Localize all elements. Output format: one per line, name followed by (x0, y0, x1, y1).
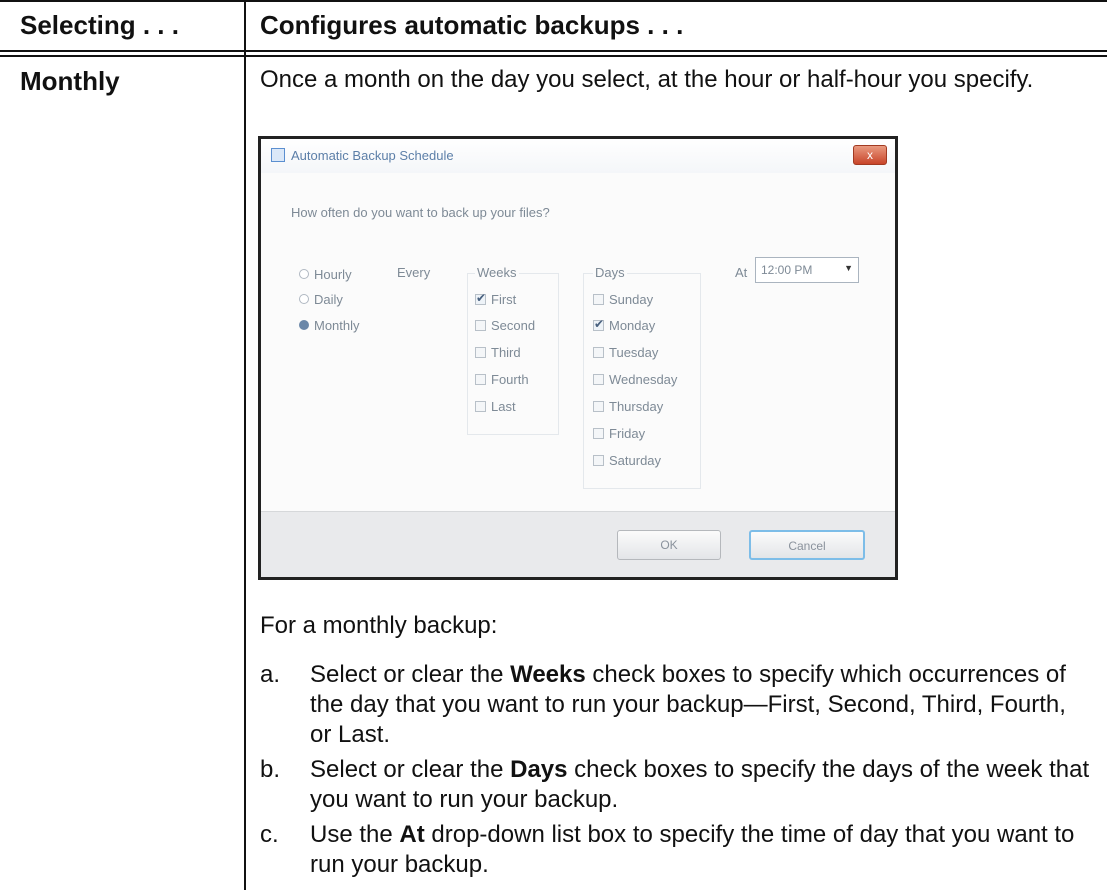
dialog-title: Automatic Backup Schedule (291, 148, 454, 163)
header-bottom-rule (0, 50, 1107, 52)
dialog-title-bar: Automatic Backup Schedule x (261, 139, 895, 173)
row-description: Once a month on the day you select, at t… (260, 66, 1034, 93)
weeks-title: Weeks (475, 265, 519, 280)
every-label: Every (397, 265, 431, 280)
at-label: At (735, 265, 748, 280)
radio-dot (299, 320, 309, 330)
step-b: b. Select or clear the Days check boxes … (260, 755, 1090, 815)
radio-dot (299, 294, 309, 304)
dialog-footer: OK Cancel (261, 511, 895, 577)
days-title: Days (593, 265, 627, 280)
instructions-lead: For a monthly backup: (260, 612, 498, 639)
radio-label: Hourly (314, 267, 352, 282)
step-marker: a. (260, 661, 281, 688)
backup-schedule-dialog: Automatic Backup Schedule x How often do… (258, 136, 898, 580)
table-top-rule (0, 0, 1107, 2)
header-selecting: Selecting . . . (20, 10, 179, 40)
step-text: Select or clear the Days check boxes to … (310, 756, 1090, 813)
radio-label: Monthly (314, 318, 360, 333)
dialog-question: How often do you want to back up your fi… (291, 205, 550, 220)
header-configures: Configures automatic backups . . . (260, 10, 684, 40)
cancel-button[interactable]: Cancel (749, 530, 865, 560)
header-double-rule (0, 55, 1107, 57)
step-marker: b. (260, 756, 281, 783)
app-icon (271, 148, 285, 162)
ok-button[interactable]: OK (617, 530, 721, 560)
radio-label: Daily (314, 292, 343, 307)
step-text: Select or clear the Weeks check boxes to… (310, 661, 1066, 748)
at-time-dropdown[interactable]: 12:00 PM ▼ (755, 257, 859, 283)
step-a: a. Select or clear the Weeks check boxes… (260, 660, 1090, 750)
chevron-down-icon: ▼ (844, 263, 853, 273)
row-label-monthly: Monthly (20, 66, 120, 96)
step-text: Use the At drop-down list box to specify… (310, 821, 1075, 878)
step-marker: c. (260, 821, 279, 848)
column-divider (244, 0, 246, 890)
close-button[interactable]: x (853, 145, 887, 165)
at-time-value: 12:00 PM (761, 263, 813, 277)
step-c: c. Use the At drop-down list box to spec… (260, 820, 1090, 880)
radio-dot (299, 269, 309, 279)
